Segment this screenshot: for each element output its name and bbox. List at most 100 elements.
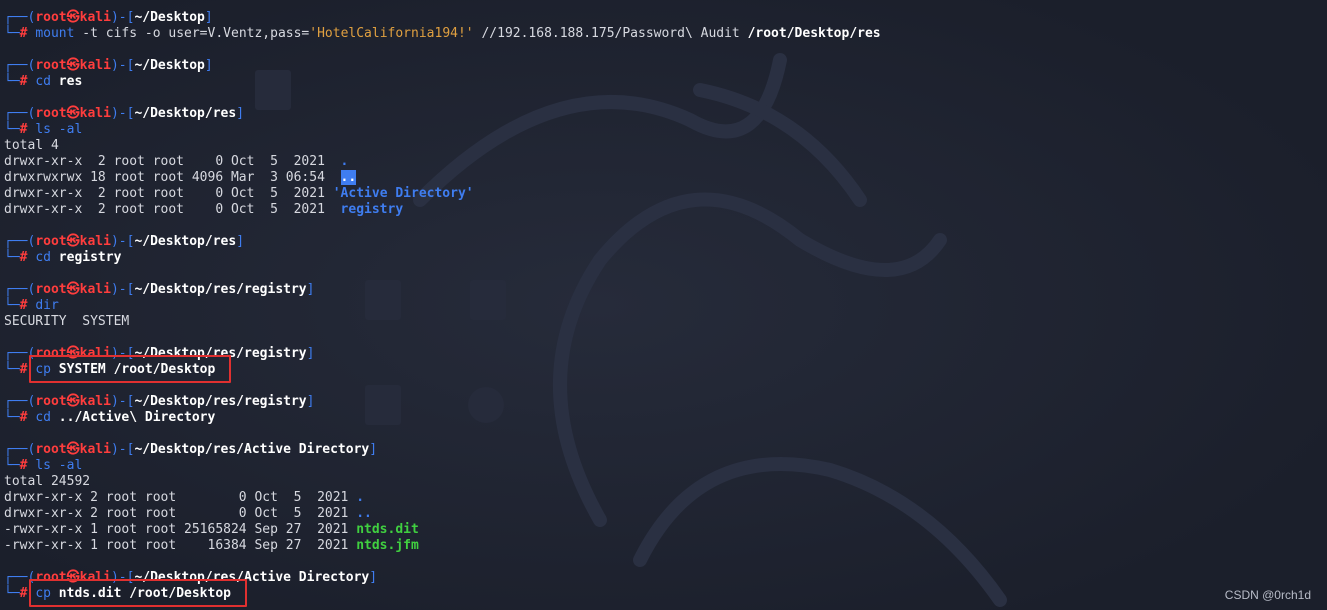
prompt-frame: )-[ bbox=[110, 106, 135, 121]
prompt-skull-icon: ㉿ bbox=[66, 394, 80, 409]
prompt-frame: ┌──( bbox=[4, 58, 36, 73]
prompt-host: kali bbox=[79, 106, 111, 121]
command-text: dir bbox=[35, 298, 58, 314]
prompt-hash: # bbox=[19, 74, 36, 89]
prompt-frame: ┌──( bbox=[4, 106, 36, 121]
prompt-skull-icon: ㉿ bbox=[66, 282, 80, 297]
prompt-frame: )-[ bbox=[110, 570, 135, 585]
output-line: total 24592 bbox=[4, 474, 1324, 490]
output-line: drwxrwxrwx 18 root root 4096 Mar 3 06:54… bbox=[4, 170, 1324, 186]
prompt-line: ┌──(root㉿kali)-[~/Desktop/res/Active Dir… bbox=[4, 442, 1324, 458]
command-name: cd bbox=[35, 74, 51, 89]
prompt-frame: )-[ bbox=[110, 58, 135, 73]
output-line: -rwxr-xr-x 1 root root 25165824 Sep 27 2… bbox=[4, 522, 1324, 538]
prompt-frame: └─ bbox=[4, 250, 20, 265]
prompt-cwd: ~/Desktop bbox=[134, 58, 205, 73]
prompt-skull-icon: ㉿ bbox=[66, 58, 80, 73]
prompt-line: ┌──(root㉿kali)-[~/Desktop/res/Active Dir… bbox=[4, 570, 1324, 586]
output-line: drwxr-xr-x 2 root root 0 Oct 5 2021 regi… bbox=[4, 202, 1324, 218]
watermark: CSDN @0rch1d bbox=[1224, 588, 1311, 602]
prompt-skull-icon: ㉿ bbox=[66, 10, 80, 25]
prompt-user: root bbox=[35, 234, 67, 249]
command-name: cp bbox=[35, 362, 51, 377]
prompt-frame: ┌──( bbox=[4, 346, 36, 361]
prompt-cwd: ~/Desktop/res/registry bbox=[134, 346, 307, 361]
command-arg: SYSTEM /root/Desktop bbox=[50, 362, 216, 377]
command-name: cd bbox=[35, 250, 51, 265]
command-name: cp bbox=[35, 586, 51, 601]
command-name: ls bbox=[35, 458, 51, 473]
prompt-frame: ] bbox=[236, 234, 245, 249]
prompt-host: kali bbox=[79, 570, 111, 585]
prompt-frame: └─ bbox=[4, 26, 20, 41]
command-arg: res bbox=[50, 74, 83, 89]
prompt-line: ┌──(root㉿kali)-[~/Desktop/res] bbox=[4, 234, 1324, 250]
output-line: drwxr-xr-x 2 root root 0 Oct 5 2021 'Act… bbox=[4, 186, 1324, 202]
output-text: drwxr-xr-x 2 root root 0 Oct 5 2021 bbox=[4, 506, 357, 521]
prompt-line: ┌──(root㉿kali)-[~/Desktop/res] bbox=[4, 106, 1324, 122]
prompt-cwd: ~/Desktop/res/Active Directory bbox=[134, 442, 370, 457]
command-text: ls -al bbox=[35, 122, 82, 138]
prompt-frame: └─ bbox=[4, 122, 20, 137]
command-text: cd res bbox=[35, 74, 82, 90]
terminal-output[interactable]: ┌──(root㉿kali)-[~/Desktop] └─# mount -t c… bbox=[4, 10, 1324, 607]
output-text: drwxr-xr-x 2 root root 0 Oct 5 2021 bbox=[4, 186, 333, 201]
prompt-skull-icon: ㉿ bbox=[66, 570, 80, 585]
prompt-hash: # bbox=[19, 458, 36, 473]
prompt-frame: ] bbox=[306, 394, 315, 409]
prompt-skull-icon: ㉿ bbox=[66, 106, 80, 121]
prompt-frame: )-[ bbox=[110, 346, 135, 361]
output-line: drwxr-xr-x 2 root root 0 Oct 5 2021 . bbox=[4, 154, 1324, 170]
prompt-user: root bbox=[35, 570, 67, 585]
prompt-frame: └─ bbox=[4, 74, 20, 89]
command-text: ls -al bbox=[35, 458, 82, 474]
output-text: 'Active Directory' bbox=[332, 186, 474, 201]
prompt-frame: ] bbox=[369, 442, 378, 457]
prompt-cwd: ~/Desktop/res/Active Directory bbox=[134, 570, 370, 585]
prompt-frame: ┌──( bbox=[4, 234, 36, 249]
prompt-frame: )-[ bbox=[110, 442, 135, 457]
prompt-host: kali bbox=[79, 346, 111, 361]
prompt-host: kali bbox=[79, 394, 111, 409]
prompt-host: kali bbox=[79, 282, 111, 297]
prompt-frame: ] bbox=[236, 106, 245, 121]
output-text: drwxr-xr-x 2 root root 0 Oct 5 2021 bbox=[4, 154, 341, 169]
prompt-frame: ┌──( bbox=[4, 10, 36, 25]
prompt-host: kali bbox=[79, 442, 111, 457]
prompt-cwd: ~/Desktop/res/registry bbox=[134, 282, 307, 297]
prompt-frame: └─ bbox=[4, 362, 20, 377]
output-text: -rwxr-xr-x 1 root root 25165824 Sep 27 2… bbox=[4, 522, 357, 537]
prompt-skull-icon: ㉿ bbox=[66, 346, 80, 361]
command-line: └─# cp ntds.dit /root/Desktop bbox=[4, 579, 1324, 607]
prompt-frame: ] bbox=[204, 58, 213, 73]
command-arg: 'HotelCalifornia194!' bbox=[309, 26, 474, 41]
command-text: cd registry bbox=[35, 250, 121, 266]
command-arg: -al bbox=[50, 458, 83, 473]
prompt-cwd: ~/Desktop/res bbox=[134, 106, 237, 121]
prompt-line: ┌──(root㉿kali)-[~/Desktop] bbox=[4, 58, 1324, 74]
prompt-hash: # bbox=[19, 362, 36, 377]
command-arg: ../Active\ Directory bbox=[50, 410, 216, 425]
command-line: └─# cd ../Active\ Directory bbox=[4, 410, 1324, 426]
output-text: total 24592 bbox=[4, 474, 91, 489]
prompt-hash: # bbox=[19, 250, 36, 265]
prompt-line: ┌──(root㉿kali)-[~/Desktop/res/registry] bbox=[4, 394, 1324, 410]
output-text: registry bbox=[340, 202, 404, 217]
prompt-frame: ] bbox=[306, 346, 315, 361]
prompt-user: root bbox=[35, 282, 67, 297]
output-text: drwxr-xr-x 2 root root 0 Oct 5 2021 bbox=[4, 202, 341, 217]
prompt-skull-icon: ㉿ bbox=[66, 234, 80, 249]
output-text: .. bbox=[340, 170, 357, 185]
prompt-hash: # bbox=[19, 122, 36, 137]
command-arg: /root/Desktop/res bbox=[747, 26, 881, 41]
prompt-frame: ] bbox=[369, 570, 378, 585]
prompt-frame: ┌──( bbox=[4, 394, 36, 409]
prompt-frame: └─ bbox=[4, 458, 20, 473]
prompt-frame: )-[ bbox=[110, 234, 135, 249]
prompt-hash: # bbox=[19, 410, 36, 425]
prompt-frame: └─ bbox=[4, 410, 20, 425]
